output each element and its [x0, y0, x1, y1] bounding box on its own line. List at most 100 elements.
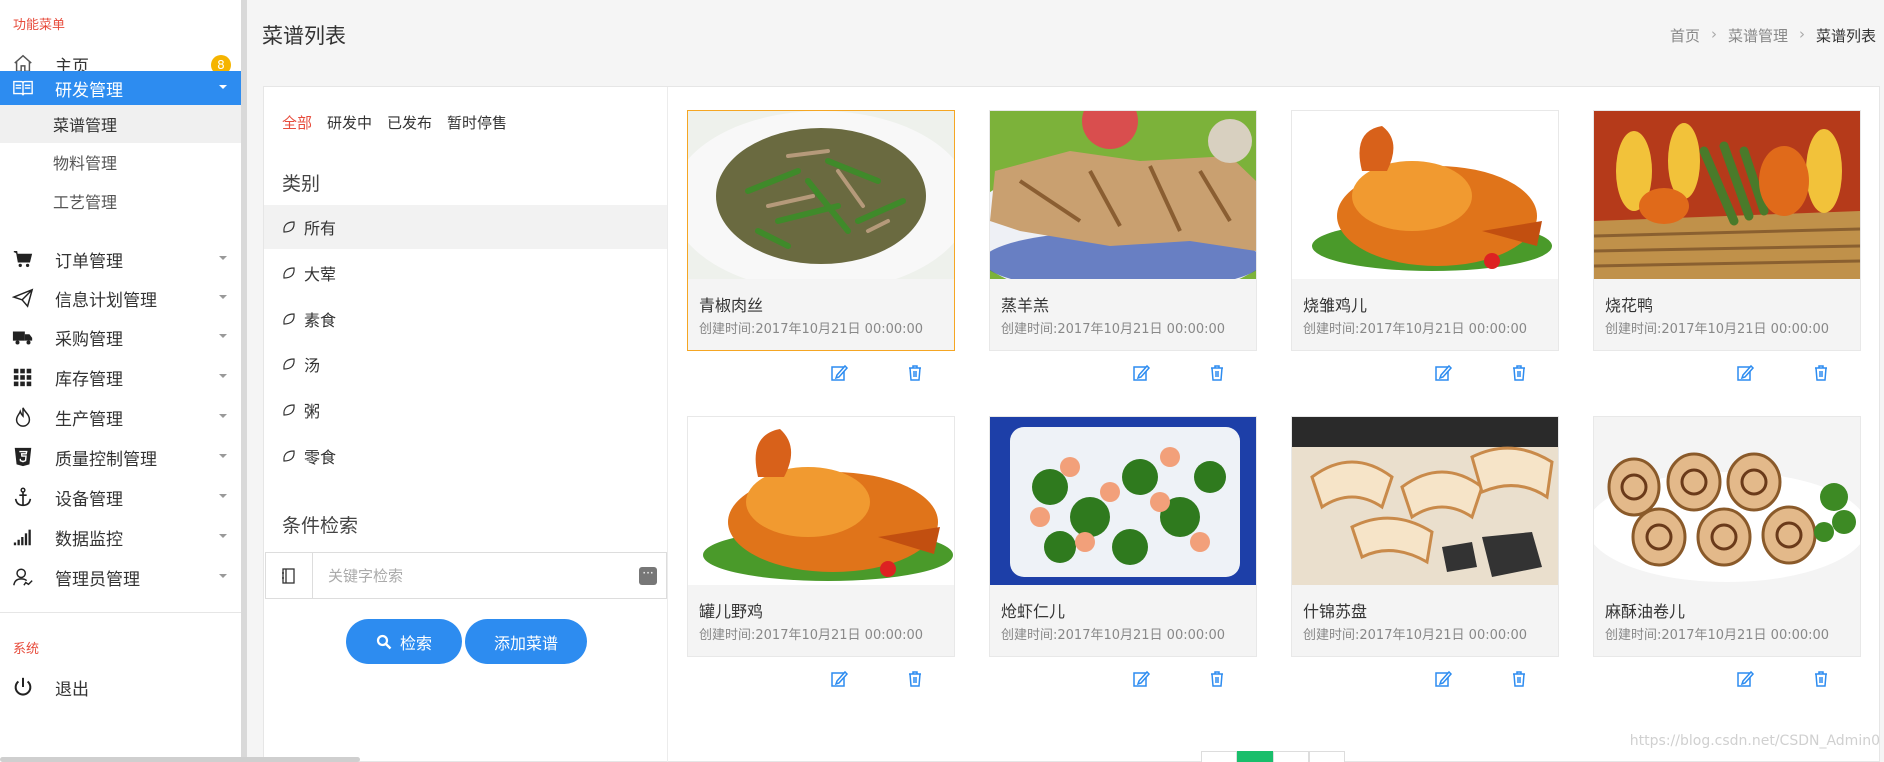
- recipe-card[interactable]: 蒸羊羔 创建时间:2017年10月21日 00:00:00: [989, 110, 1257, 351]
- sidebar-subitem-recipes[interactable]: 菜谱管理: [0, 105, 241, 143]
- pagination-page-active[interactable]: [1237, 751, 1273, 762]
- category-item-all[interactable]: 所有: [264, 205, 667, 249]
- recipe-card[interactable]: 什锦苏盘 创建时间:2017年10月21日 00:00:00: [1291, 416, 1559, 657]
- sidebar-item-label: 数据监控: [55, 529, 123, 550]
- sidebar-item-admin[interactable]: 管理员管理: [0, 558, 241, 596]
- recipe-name: 炝虾仁儿: [1001, 602, 1066, 621]
- html5-icon: [11, 445, 35, 469]
- category-title: 类别: [282, 173, 321, 195]
- pagination-next[interactable]: [1309, 751, 1345, 762]
- edit-icon[interactable]: [1735, 669, 1755, 689]
- chevron-down-icon: [219, 374, 227, 378]
- recipe-name: 罐儿野鸡: [699, 602, 764, 621]
- tab-all[interactable]: 全部: [282, 112, 312, 133]
- sidebar-item-rd[interactable]: 研发管理: [0, 71, 241, 105]
- category-item-soup[interactable]: 汤: [264, 342, 667, 386]
- chevron-down-icon: [219, 494, 227, 498]
- add-recipe-button[interactable]: 添加菜谱: [465, 619, 587, 664]
- horizontal-scrollbar[interactable]: [0, 757, 360, 762]
- edit-icon[interactable]: [829, 363, 849, 383]
- recipe-image: [990, 111, 1256, 279]
- chevron-down-icon: [219, 295, 227, 299]
- recipe-image: [1594, 111, 1860, 279]
- sidebar-item-label: 设备管理: [55, 489, 123, 510]
- recipe-card[interactable]: 罐儿野鸡 创建时间:2017年10月21日 00:00:00: [687, 416, 955, 657]
- recipe-card[interactable]: 炝虾仁儿 创建时间:2017年10月21日 00:00:00: [989, 416, 1257, 657]
- pagination-prev[interactable]: [1201, 751, 1237, 762]
- sidebar-item-info-plan[interactable]: 信息计划管理: [0, 279, 241, 317]
- recipe-card[interactable]: 麻酥油卷儿 创建时间:2017年10月21日 00:00:00: [1593, 416, 1861, 657]
- sidebar-item-logout[interactable]: 退出: [0, 668, 241, 706]
- breadcrumb-home[interactable]: 首页: [1670, 25, 1700, 46]
- sidebar-item-label: 管理员管理: [55, 569, 140, 590]
- edit-icon[interactable]: [829, 669, 849, 689]
- sidebar-item-production[interactable]: 生产管理: [0, 398, 241, 436]
- tab-suspended[interactable]: 暂时停售: [447, 112, 507, 133]
- search-button[interactable]: 检索: [346, 619, 462, 664]
- leaf-icon: [283, 267, 295, 279]
- edit-icon[interactable]: [1131, 363, 1151, 383]
- keyword-search-input[interactable]: [313, 555, 639, 596]
- edit-icon[interactable]: [1131, 669, 1151, 689]
- delete-icon[interactable]: [1509, 669, 1529, 689]
- recipe-created-time: 创建时间:2017年10月21日 00:00:00: [1605, 322, 1830, 337]
- edit-icon[interactable]: [1433, 363, 1453, 383]
- delete-icon[interactable]: [1509, 363, 1529, 383]
- tab-in-development[interactable]: 研发中: [327, 112, 372, 133]
- recipe-card[interactable]: 烧花鸭 创建时间:2017年10月21日 00:00:00: [1593, 110, 1861, 351]
- chevron-down-icon: [219, 534, 227, 538]
- leaf-icon: [283, 313, 295, 325]
- delete-icon[interactable]: [1207, 363, 1227, 383]
- recipe-image: [688, 111, 954, 279]
- recipe-created-time: 创建时间:2017年10月21日 00:00:00: [1001, 322, 1226, 337]
- sidebar-subitem-process[interactable]: 工艺管理: [0, 182, 241, 220]
- tab-published[interactable]: 已发布: [387, 112, 432, 133]
- sidebar-item-inventory[interactable]: 库存管理: [0, 358, 241, 396]
- recipe-name: 蒸羊羔: [1001, 296, 1050, 315]
- breadcrumb: 首页 › 菜谱管理 › 菜谱列表: [1670, 25, 1876, 46]
- more-options-icon[interactable]: ···: [639, 566, 657, 585]
- truck-icon: [11, 325, 35, 349]
- user-icon: [11, 565, 35, 589]
- sidebar-item-label: 退出: [55, 679, 89, 700]
- recipe-created-time: 创建时间:2017年10月21日 00:00:00: [1001, 628, 1226, 643]
- filter-column: 全部 研发中 已发布 暂时停售 类别 所有 大荤 素食 汤 粥 零食 条件检索 …: [264, 87, 668, 762]
- chevron-down-icon: [219, 85, 227, 89]
- search-icon: [376, 634, 392, 649]
- sidebar-item-equipment[interactable]: 设备管理: [0, 478, 241, 516]
- sidebar-item-label: 订单管理: [55, 251, 123, 272]
- address-book-icon: [266, 553, 313, 598]
- search-button-label: 检索: [399, 633, 432, 653]
- category-label: 大荤: [304, 265, 337, 284]
- sidebar: 功能菜单 主页 8 研发管理 菜谱管理 物料管理 工艺管理 订单管理 信息计划管…: [0, 0, 247, 762]
- delete-icon[interactable]: [905, 669, 925, 689]
- breadcrumb-recipe-mgmt[interactable]: 菜谱管理: [1728, 25, 1788, 46]
- delete-icon[interactable]: [1811, 669, 1831, 689]
- edit-icon[interactable]: [1735, 363, 1755, 383]
- category-item-porridge[interactable]: 粥: [264, 388, 667, 432]
- recipe-image: [1594, 417, 1860, 585]
- sidebar-item-quality[interactable]: 质量控制管理: [0, 438, 241, 476]
- pagination-page[interactable]: [1273, 751, 1309, 762]
- sidebar-item-orders[interactable]: 订单管理: [0, 240, 241, 278]
- edit-icon[interactable]: [1433, 669, 1453, 689]
- delete-icon[interactable]: [1811, 363, 1831, 383]
- category-item-snacks[interactable]: 零食: [264, 434, 667, 478]
- delete-icon[interactable]: [905, 363, 925, 383]
- recipe-name: 烧花鸭: [1605, 296, 1654, 315]
- sidebar-scrollbar[interactable]: [241, 0, 247, 762]
- fire-icon: [11, 405, 35, 429]
- sidebar-subitem-materials[interactable]: 物料管理: [0, 143, 241, 181]
- sidebar-item-purchase[interactable]: 采购管理: [0, 318, 241, 356]
- sidebar-section-system: 系统: [13, 642, 40, 657]
- recipe-card[interactable]: 烧雏鸡儿 创建时间:2017年10月21日 00:00:00: [1291, 110, 1559, 351]
- category-item-meat[interactable]: 大荤: [264, 251, 667, 295]
- sidebar-item-label: 库存管理: [55, 369, 123, 390]
- delete-icon[interactable]: [1207, 669, 1227, 689]
- status-tabs: 全部 研发中 已发布 暂时停售: [282, 112, 507, 133]
- sidebar-item-monitoring[interactable]: 数据监控: [0, 518, 241, 556]
- recipe-card[interactable]: 青椒肉丝 创建时间:2017年10月21日 00:00:00: [687, 110, 955, 351]
- cart-icon: [11, 247, 35, 271]
- category-item-vegetarian[interactable]: 素食: [264, 297, 667, 341]
- signal-bars-icon: [11, 525, 35, 549]
